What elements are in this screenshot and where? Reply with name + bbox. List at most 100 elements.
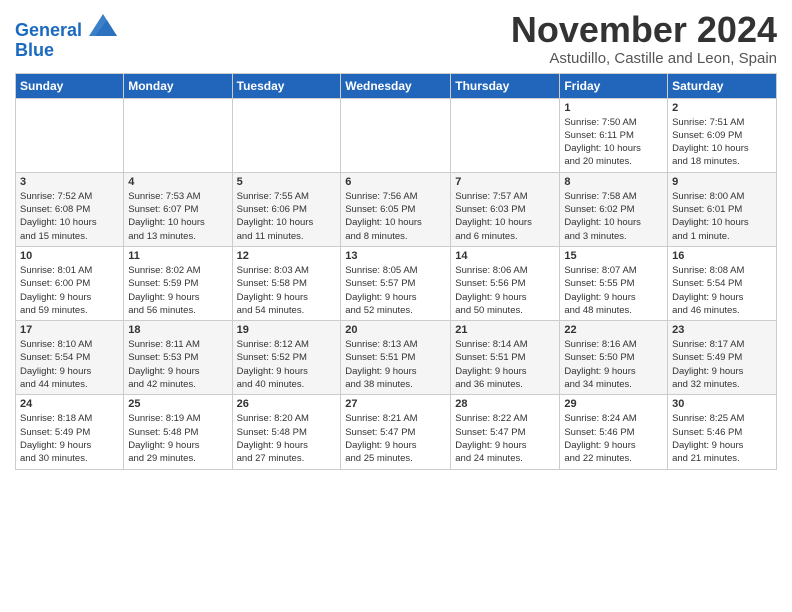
day-info: Sunrise: 7:55 AM Sunset: 6:06 PM Dayligh… bbox=[237, 190, 337, 243]
day-info: Sunrise: 8:03 AM Sunset: 5:58 PM Dayligh… bbox=[237, 264, 337, 317]
day-info: Sunrise: 8:07 AM Sunset: 5:55 PM Dayligh… bbox=[564, 264, 663, 317]
page-header: General Blue November 2024 Astudillo, Ca… bbox=[15, 10, 777, 67]
calendar-cell: 17 Sunrise: 8:10 AM Sunset: 5:54 PM Dayli… bbox=[16, 321, 124, 395]
calendar-header-row: SundayMondayTuesdayWednesdayThursdayFrid… bbox=[16, 73, 777, 98]
calendar-cell: 16Sunrise: 8:08 AM Sunset: 5:54 PM Dayli… bbox=[668, 246, 777, 320]
calendar-table: SundayMondayTuesdayWednesdayThursdayFrid… bbox=[15, 73, 777, 470]
day-number: 9 bbox=[672, 176, 772, 188]
calendar-cell: 13Sunrise: 8:05 AM Sunset: 5:57 PM Dayli… bbox=[341, 246, 451, 320]
day-number: 23 bbox=[672, 324, 772, 336]
day-info: Sunrise: 8:12 AM Sunset: 5:52 PM Dayligh… bbox=[237, 338, 337, 391]
day-info: Sunrise: 8:02 AM Sunset: 5:59 PM Dayligh… bbox=[128, 264, 227, 317]
day-number: 20 bbox=[345, 324, 446, 336]
day-info: Sunrise: 8:14 AM Sunset: 5:51 PM Dayligh… bbox=[455, 338, 555, 391]
day-info: Sunrise: 8:10 AM Sunset: 5:54 PM Dayligh… bbox=[20, 338, 119, 391]
day-info: Sunrise: 8:11 AM Sunset: 5:53 PM Dayligh… bbox=[128, 338, 227, 391]
day-info: Sunrise: 7:51 AM Sunset: 6:09 PM Dayligh… bbox=[672, 116, 772, 169]
day-number: 30 bbox=[672, 398, 772, 410]
weekday-header-thursday: Thursday bbox=[451, 73, 560, 98]
day-info: Sunrise: 7:53 AM Sunset: 6:07 PM Dayligh… bbox=[128, 190, 227, 243]
day-info: Sunrise: 8:13 AM Sunset: 5:51 PM Dayligh… bbox=[345, 338, 446, 391]
calendar-cell bbox=[451, 98, 560, 172]
calendar-cell bbox=[232, 98, 341, 172]
day-number: 18 bbox=[128, 324, 227, 336]
day-info: Sunrise: 8:17 AM Sunset: 5:49 PM Dayligh… bbox=[672, 338, 772, 391]
day-number: 16 bbox=[672, 250, 772, 262]
day-number: 28 bbox=[455, 398, 555, 410]
calendar-cell: 7Sunrise: 7:57 AM Sunset: 6:03 PM Daylig… bbox=[451, 172, 560, 246]
day-info: Sunrise: 7:56 AM Sunset: 6:05 PM Dayligh… bbox=[345, 190, 446, 243]
day-number: 25 bbox=[128, 398, 227, 410]
calendar-cell: 18 Sunrise: 8:11 AM Sunset: 5:53 PM Dayli… bbox=[124, 321, 232, 395]
calendar-week-4: 17 Sunrise: 8:10 AM Sunset: 5:54 PM Dayli… bbox=[16, 321, 777, 395]
calendar-week-3: 10Sunrise: 8:01 AM Sunset: 6:00 PM Dayli… bbox=[16, 246, 777, 320]
calendar-cell: 24 Sunrise: 8:18 AM Sunset: 5:49 PM Dayli… bbox=[16, 395, 124, 469]
day-info: Sunrise: 8:06 AM Sunset: 5:56 PM Dayligh… bbox=[455, 264, 555, 317]
day-number: 3 bbox=[20, 176, 119, 188]
calendar-cell: 10Sunrise: 8:01 AM Sunset: 6:00 PM Dayli… bbox=[16, 246, 124, 320]
day-info: Sunrise: 7:58 AM Sunset: 6:02 PM Dayligh… bbox=[564, 190, 663, 243]
day-info: Sunrise: 8:01 AM Sunset: 6:00 PM Dayligh… bbox=[20, 264, 119, 317]
calendar-cell: 26 Sunrise: 8:20 AM Sunset: 5:48 PM Dayli… bbox=[232, 395, 341, 469]
logo: General Blue bbox=[15, 14, 117, 61]
weekday-header-tuesday: Tuesday bbox=[232, 73, 341, 98]
location-title: Astudillo, Castille and Leon, Spain bbox=[511, 50, 777, 67]
day-number: 1 bbox=[564, 102, 663, 114]
day-info: Sunrise: 7:57 AM Sunset: 6:03 PM Dayligh… bbox=[455, 190, 555, 243]
calendar-cell: 11Sunrise: 8:02 AM Sunset: 5:59 PM Dayli… bbox=[124, 246, 232, 320]
calendar-cell: 15 Sunrise: 8:07 AM Sunset: 5:55 PM Dayli… bbox=[560, 246, 668, 320]
day-info: Sunrise: 8:22 AM Sunset: 5:47 PM Dayligh… bbox=[455, 412, 555, 465]
day-info: Sunrise: 8:05 AM Sunset: 5:57 PM Dayligh… bbox=[345, 264, 446, 317]
day-info: Sunrise: 8:16 AM Sunset: 5:50 PM Dayligh… bbox=[564, 338, 663, 391]
calendar-cell: 27Sunrise: 8:21 AM Sunset: 5:47 PM Dayli… bbox=[341, 395, 451, 469]
day-number: 12 bbox=[237, 250, 337, 262]
day-info: Sunrise: 8:19 AM Sunset: 5:48 PM Dayligh… bbox=[128, 412, 227, 465]
calendar-cell: 8 Sunrise: 7:58 AM Sunset: 6:02 PM Daylig… bbox=[560, 172, 668, 246]
day-number: 4 bbox=[128, 176, 227, 188]
day-info: Sunrise: 7:50 AM Sunset: 6:11 PM Dayligh… bbox=[564, 116, 663, 169]
month-title: November 2024 bbox=[511, 10, 777, 50]
calendar-cell: 5 Sunrise: 7:55 AM Sunset: 6:06 PM Daylig… bbox=[232, 172, 341, 246]
day-number: 5 bbox=[237, 176, 337, 188]
day-number: 6 bbox=[345, 176, 446, 188]
calendar-cell: 29Sunrise: 8:24 AM Sunset: 5:46 PM Dayli… bbox=[560, 395, 668, 469]
day-number: 22 bbox=[564, 324, 663, 336]
calendar-cell: 20 Sunrise: 8:13 AM Sunset: 5:51 PM Dayli… bbox=[341, 321, 451, 395]
day-number: 2 bbox=[672, 102, 772, 114]
weekday-header-saturday: Saturday bbox=[668, 73, 777, 98]
weekday-header-friday: Friday bbox=[560, 73, 668, 98]
calendar-cell bbox=[341, 98, 451, 172]
day-info: Sunrise: 8:25 AM Sunset: 5:46 PM Dayligh… bbox=[672, 412, 772, 465]
calendar-cell: 21 Sunrise: 8:14 AM Sunset: 5:51 PM Dayli… bbox=[451, 321, 560, 395]
calendar-cell: 3 Sunrise: 7:52 AM Sunset: 6:08 PM Daylig… bbox=[16, 172, 124, 246]
calendar-cell: 30 Sunrise: 8:25 AM Sunset: 5:46 PM Dayli… bbox=[668, 395, 777, 469]
day-info: Sunrise: 8:24 AM Sunset: 5:46 PM Dayligh… bbox=[564, 412, 663, 465]
weekday-header-wednesday: Wednesday bbox=[341, 73, 451, 98]
calendar-week-1: 1 Sunrise: 7:50 AM Sunset: 6:11 PM Daylig… bbox=[16, 98, 777, 172]
day-info: Sunrise: 8:18 AM Sunset: 5:49 PM Dayligh… bbox=[20, 412, 119, 465]
day-info: Sunrise: 8:21 AM Sunset: 5:47 PM Dayligh… bbox=[345, 412, 446, 465]
day-info: Sunrise: 8:20 AM Sunset: 5:48 PM Dayligh… bbox=[237, 412, 337, 465]
calendar-cell: 4 Sunrise: 7:53 AM Sunset: 6:07 PM Daylig… bbox=[124, 172, 232, 246]
day-number: 26 bbox=[237, 398, 337, 410]
calendar-cell: 28 Sunrise: 8:22 AM Sunset: 5:47 PM Dayli… bbox=[451, 395, 560, 469]
calendar-cell: 22 Sunrise: 8:16 AM Sunset: 5:50 PM Dayli… bbox=[560, 321, 668, 395]
weekday-header-monday: Monday bbox=[124, 73, 232, 98]
day-number: 21 bbox=[455, 324, 555, 336]
day-number: 17 bbox=[20, 324, 119, 336]
calendar-cell: 6 Sunrise: 7:56 AM Sunset: 6:05 PM Daylig… bbox=[341, 172, 451, 246]
day-number: 14 bbox=[455, 250, 555, 262]
day-number: 15 bbox=[564, 250, 663, 262]
calendar-cell bbox=[16, 98, 124, 172]
day-number: 8 bbox=[564, 176, 663, 188]
calendar-cell: 23 Sunrise: 8:17 AM Sunset: 5:49 PM Dayli… bbox=[668, 321, 777, 395]
weekday-header-sunday: Sunday bbox=[16, 73, 124, 98]
calendar-cell: 12 Sunrise: 8:03 AM Sunset: 5:58 PM Dayli… bbox=[232, 246, 341, 320]
calendar-week-5: 24 Sunrise: 8:18 AM Sunset: 5:49 PM Dayli… bbox=[16, 395, 777, 469]
day-info: Sunrise: 8:00 AM Sunset: 6:01 PM Dayligh… bbox=[672, 190, 772, 243]
day-info: Sunrise: 7:52 AM Sunset: 6:08 PM Dayligh… bbox=[20, 190, 119, 243]
calendar-week-2: 3 Sunrise: 7:52 AM Sunset: 6:08 PM Daylig… bbox=[16, 172, 777, 246]
day-number: 24 bbox=[20, 398, 119, 410]
calendar-cell: 19Sunrise: 8:12 AM Sunset: 5:52 PM Dayli… bbox=[232, 321, 341, 395]
calendar-cell: 25 Sunrise: 8:19 AM Sunset: 5:48 PM Dayli… bbox=[124, 395, 232, 469]
